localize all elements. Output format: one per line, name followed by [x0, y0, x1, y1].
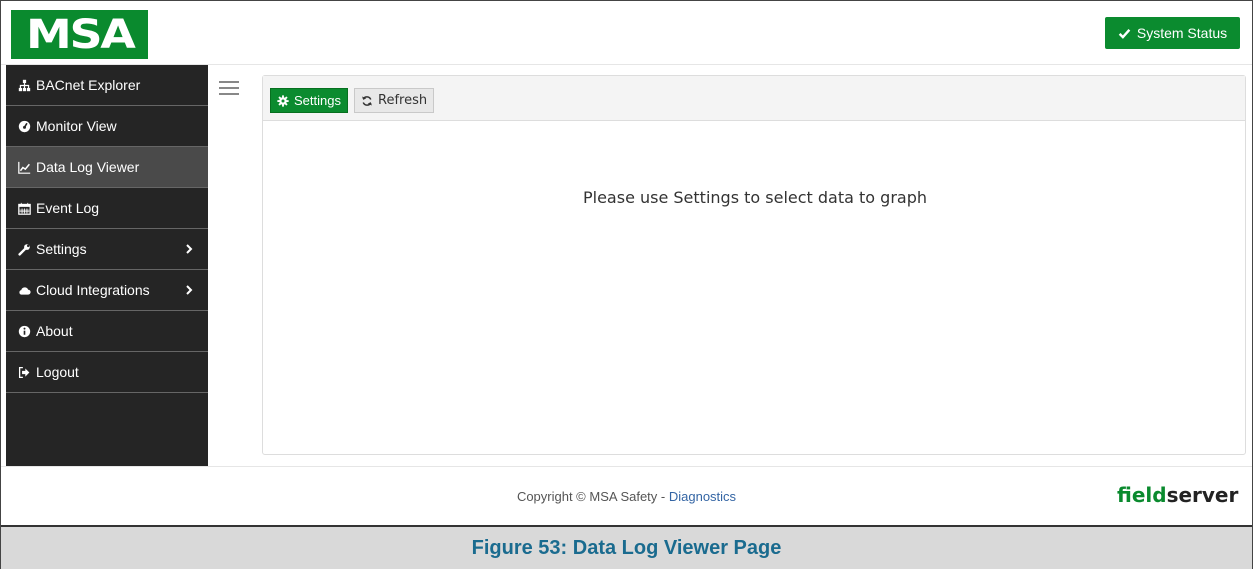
fieldserver-logo-part2: server [1166, 483, 1239, 507]
top-bar: MSA System Status [1, 1, 1252, 65]
sidebar-item-label: Event Log [36, 200, 100, 216]
diagnostics-link[interactable]: Diagnostics [669, 489, 736, 504]
cloud-icon [17, 283, 31, 297]
sidebar-item-label: Logout [36, 364, 79, 380]
copyright-text: Copyright © MSA Safety - Diagnostics [1, 489, 1252, 504]
fieldserver-logo: fieldserver [1117, 483, 1238, 507]
sidebar-item-logout[interactable]: Logout [6, 352, 208, 393]
figure-caption: Figure 53: Data Log Viewer Page [1, 525, 1252, 569]
sidebar-item-label: Monitor View [36, 118, 117, 134]
sidebar-item-monitor-view[interactable]: Monitor View [6, 106, 208, 147]
msa-logo[interactable]: MSA [11, 10, 148, 59]
sign-out-icon [17, 365, 31, 379]
copyright-label: Copyright © MSA Safety - [516, 489, 669, 504]
hamburger-menu-icon[interactable] [219, 81, 239, 95]
sidebar-item-settings[interactable]: Settings [6, 229, 208, 270]
sitemap-icon [17, 78, 31, 92]
gear-icon [277, 94, 289, 107]
fieldserver-logo-part1: field [1117, 483, 1167, 507]
sidebar-item-bacnet-explorer[interactable]: BACnet Explorer [6, 65, 208, 106]
chevron-right-icon [186, 285, 193, 295]
sidebar-item-about[interactable]: About [6, 311, 208, 352]
wrench-icon [17, 242, 31, 256]
data-log-panel: Settings Refresh Please use Settings to … [262, 75, 1246, 455]
line-chart-icon [17, 160, 31, 174]
sidebar-item-label: Data Log Viewer [36, 159, 140, 175]
info-icon [17, 324, 31, 338]
empty-state-message: Please use Settings to select data to gr… [582, 188, 927, 207]
refresh-button[interactable]: Refresh [354, 88, 435, 113]
calendar-icon [17, 201, 31, 215]
refresh-button-label: Refresh [378, 93, 428, 108]
page-frame: MSA System Status BACnet Explorer Monito… [0, 0, 1253, 569]
panel-toolbar: Settings Refresh [263, 76, 1245, 121]
sidebar-item-label: BACnet Explorer [36, 77, 141, 93]
settings-button[interactable]: Settings [270, 88, 348, 113]
sidebar-item-data-log-viewer[interactable]: Data Log Viewer [6, 147, 208, 188]
sidebar-item-label: Settings [36, 241, 87, 257]
sidebar-item-label: About [36, 323, 73, 339]
footer: Copyright © MSA Safety - Diagnostics fie… [1, 466, 1252, 525]
msa-logo-text: MSA [25, 11, 136, 58]
sidebar-item-event-log[interactable]: Event Log [6, 188, 208, 229]
sidebar: BACnet Explorer Monitor View Data Log Vi… [6, 65, 208, 466]
checkmark-icon [1118, 28, 1131, 39]
settings-button-label: Settings [294, 93, 341, 108]
sidebar-item-cloud-integrations[interactable]: Cloud Integrations [6, 270, 208, 311]
dashboard-icon [17, 119, 31, 133]
system-status-button[interactable]: System Status [1105, 17, 1240, 49]
system-status-label: System Status [1136, 25, 1228, 41]
refresh-icon [362, 95, 372, 106]
sidebar-item-label: Cloud Integrations [36, 282, 150, 298]
chevron-right-icon [186, 244, 193, 254]
